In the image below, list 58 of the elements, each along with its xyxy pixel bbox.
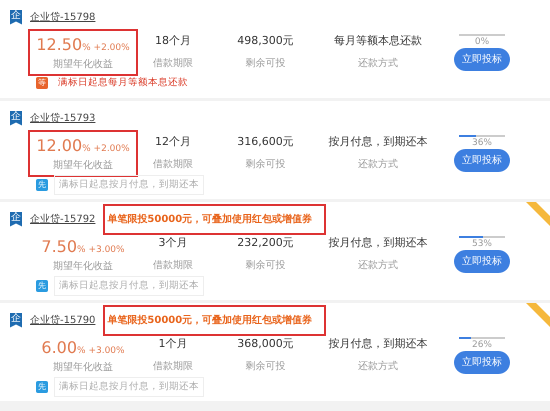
progress-percent: 0% (474, 36, 490, 48)
invest-button[interactable]: 立即投标 (454, 148, 510, 172)
repayment-value: 按月付息，到期还本 (328, 336, 428, 352)
repayment-value: 按月付息，到期还本 (328, 235, 428, 252)
rate-label: 期望年化收益 (52, 158, 114, 172)
tag-badge: 先 (36, 381, 48, 394)
invest-button[interactable]: 立即投标 (454, 48, 510, 70)
term-value: 3个月 (158, 235, 188, 252)
loan-title-link[interactable]: 企业贷-15798 (30, 10, 96, 24)
remaining-label: 剩余可投 (244, 56, 286, 71)
tag-badge: 先 (36, 179, 48, 192)
repayment-tag: 满标日起息按月付息，到期还本 (54, 377, 204, 398)
repayment-value: 每月等额本息还款 (333, 33, 423, 50)
limit-notice: 单笔限投50000元，可叠加使用红包或增值券 (103, 304, 326, 336)
tag-badge: 先 (36, 280, 48, 292)
invest-button[interactable]: 立即投标 (454, 250, 510, 272)
rate-value: 12.00% +2.00% (35, 134, 131, 156)
rate-label: 期望年化收益 (52, 260, 114, 274)
invest-button[interactable]: 立即投标 (454, 350, 510, 374)
term-value: 18个月 (154, 33, 192, 50)
progress-percent: 53% (472, 238, 492, 250)
term-value: 12个月 (154, 134, 192, 150)
rate-value: 6.00% +3.00% (40, 336, 126, 358)
repayment-label: 还款方式 (357, 258, 399, 273)
category-badge: 企 (10, 10, 22, 24)
repayment-label: 还款方式 (357, 158, 399, 172)
repayment-tag: 满标日起息按月付息，到期还本 (54, 276, 204, 296)
remaining-value: 498,300元 (236, 33, 295, 50)
remaining-label: 剩余可投 (244, 258, 286, 273)
remaining-label: 剩余可投 (244, 158, 286, 172)
limit-notice: 单笔限投50000元，可叠加使用红包或增值券 (103, 204, 326, 234)
category-badge: 企 (10, 110, 22, 126)
repayment-label: 还款方式 (357, 360, 399, 374)
term-value: 1个月 (158, 336, 188, 352)
rate-label: 期望年化收益 (52, 360, 114, 374)
repayment-value: 按月付息，到期还本 (328, 134, 428, 150)
rate-value: 7.50% +3.00% (40, 236, 126, 258)
loan-title-link[interactable]: 企业贷-15793 (30, 110, 96, 126)
repayment-label: 还款方式 (357, 56, 399, 71)
term-label: 借款期限 (152, 158, 194, 172)
remaining-value: 316,600元 (236, 134, 295, 150)
remaining-value: 368,000元 (236, 336, 295, 352)
term-label: 借款期限 (152, 56, 194, 71)
rate-value: 12.50% +2.00% (35, 34, 131, 56)
progress-percent: 36% (472, 136, 492, 148)
repayment-tag: 满标日起息每月等额本息还款 (54, 74, 192, 92)
remaining-value: 232,200元 (236, 235, 295, 252)
loan-title-link[interactable]: 企业贷-15792 (30, 212, 96, 226)
loan-title-link[interactable]: 企业贷-15790 (30, 312, 96, 328)
progress-percent: 26% (472, 338, 492, 350)
rate-label: 期望年化收益 (52, 58, 114, 72)
category-badge: 企 (10, 312, 22, 328)
term-label: 借款期限 (152, 360, 194, 374)
category-badge: 企 (10, 212, 22, 226)
term-label: 借款期限 (152, 258, 194, 273)
repayment-tag: 满标日起息按月付息，到期还本 (54, 175, 204, 196)
remaining-label: 剩余可投 (244, 360, 286, 374)
tag-badge: 等 (36, 77, 48, 90)
